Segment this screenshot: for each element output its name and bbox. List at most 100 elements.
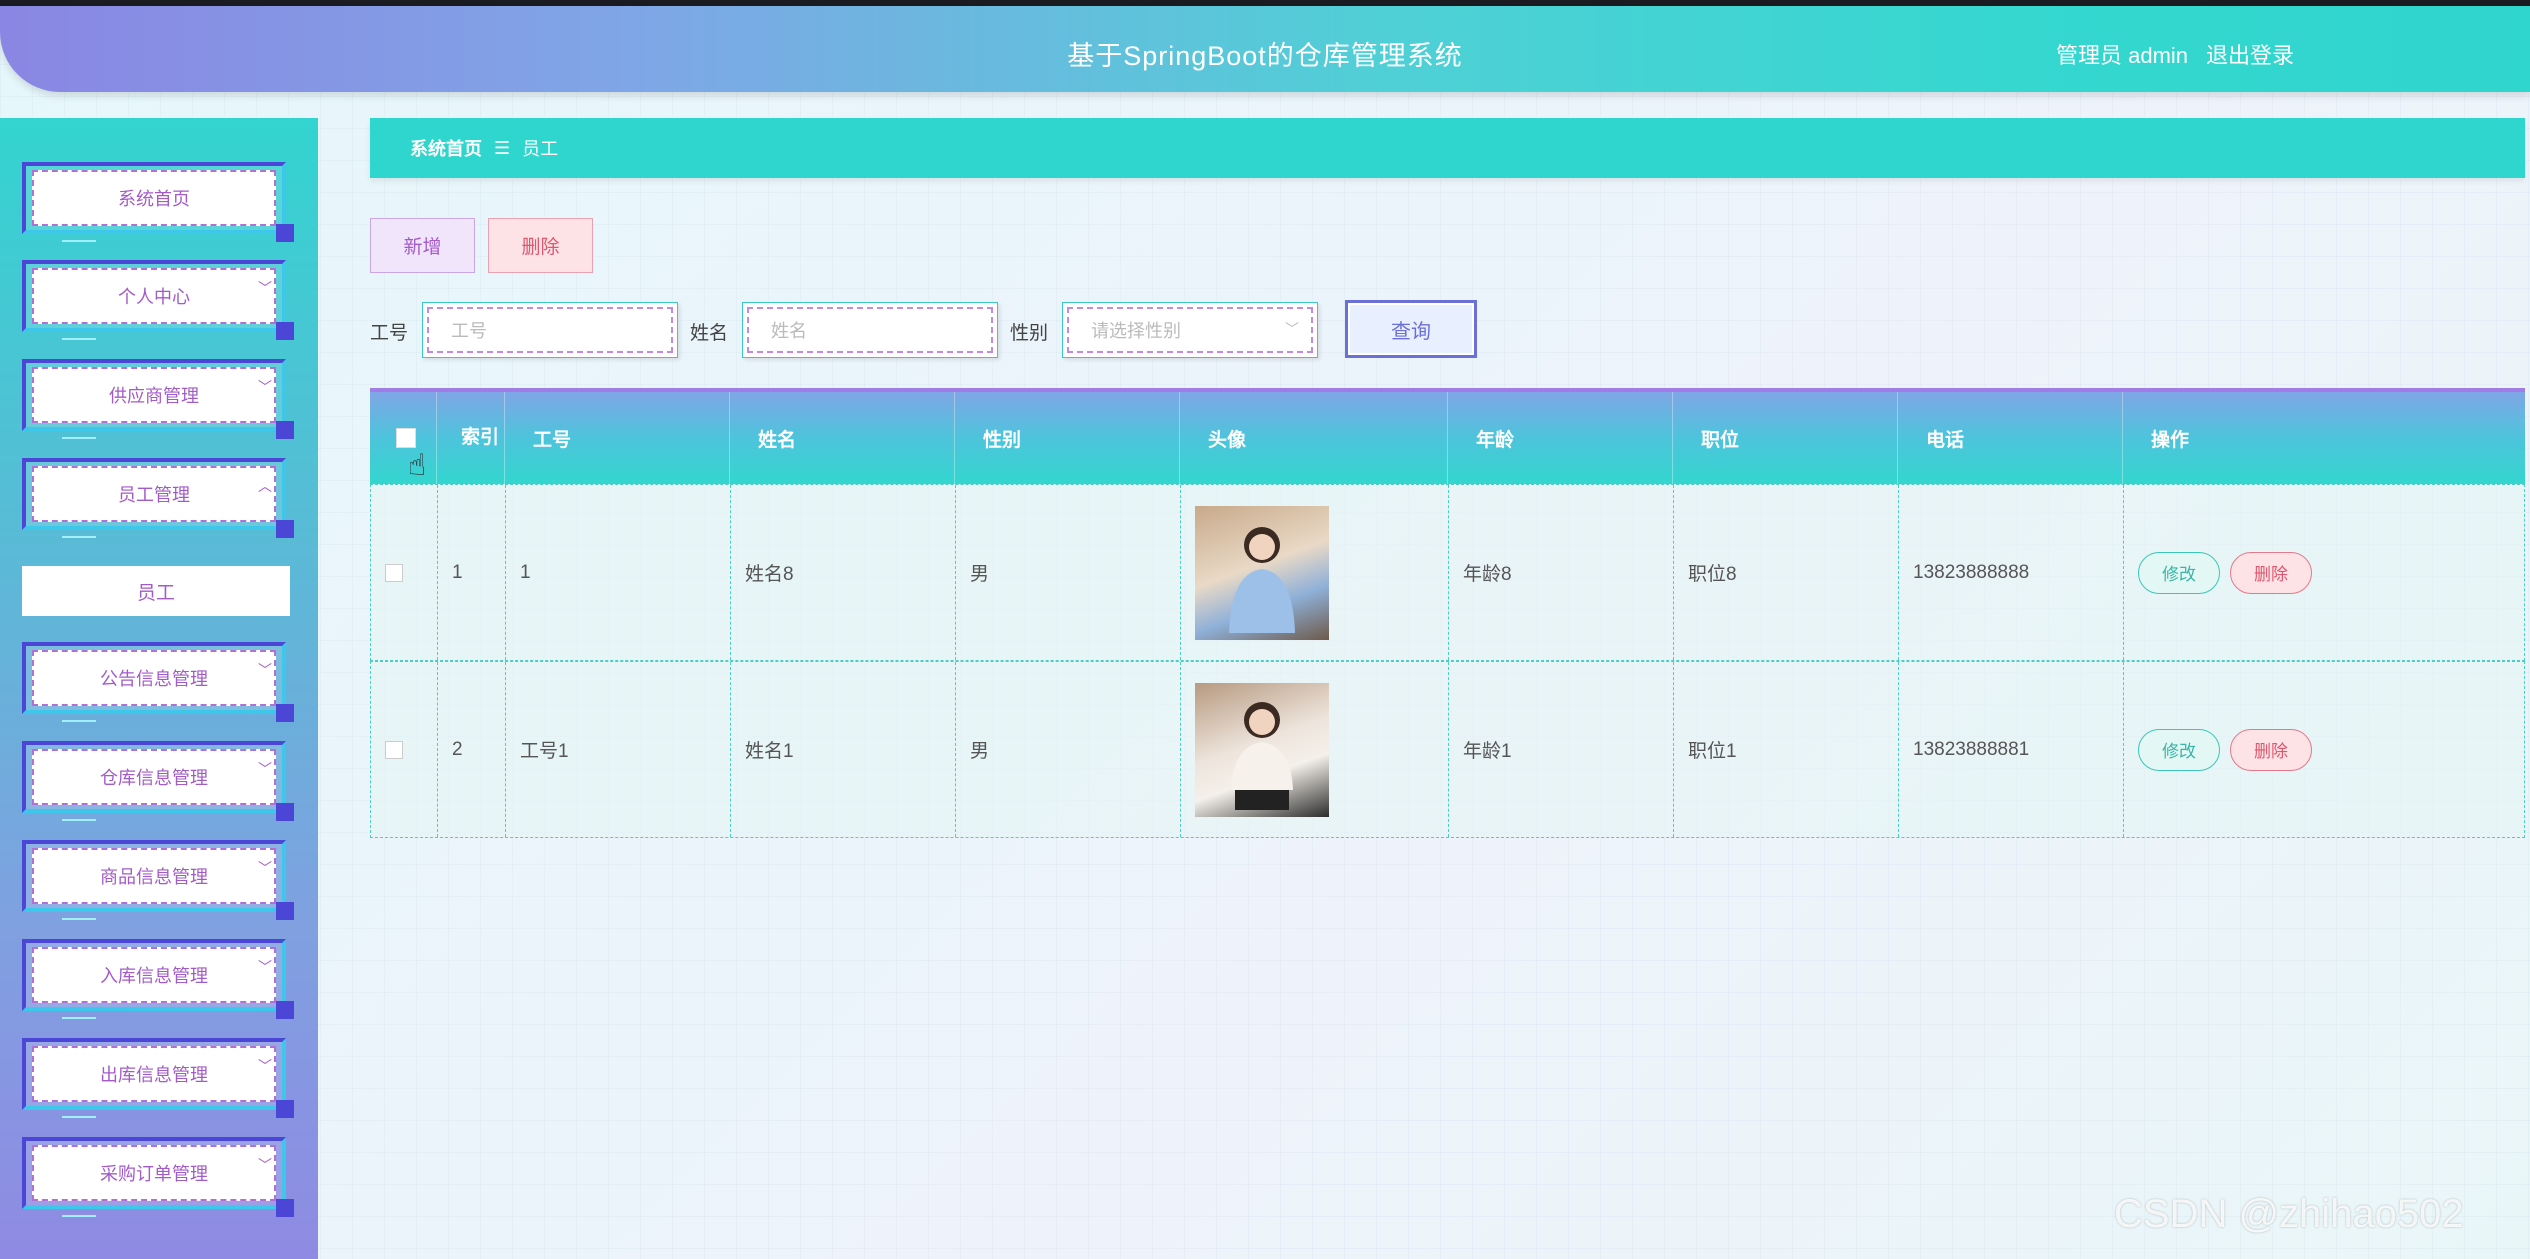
breadcrumb-home[interactable]: 系统首页 bbox=[410, 135, 482, 161]
emp-no-label: 工号 bbox=[370, 323, 409, 344]
header-gender: 性别 bbox=[955, 392, 1180, 484]
chevron-down-icon: ﹀ bbox=[258, 379, 272, 395]
cell-name: 姓名1 bbox=[731, 662, 956, 837]
header-phone: 电话 bbox=[1898, 392, 2123, 484]
menu-corner-deco bbox=[276, 902, 294, 920]
menu-tick-deco bbox=[62, 536, 96, 538]
cell-emp-no: 1 bbox=[506, 485, 731, 660]
sidebar-item-supplier[interactable]: 供应商管理 ﹀ bbox=[22, 359, 294, 439]
breadcrumb: 系统首页 ☰ 员工 bbox=[370, 118, 2525, 178]
sidebar-item-personal-center[interactable]: 个人中心 ﹀ bbox=[22, 260, 294, 340]
name-placeholder: 姓名 bbox=[747, 307, 993, 353]
person-photo-icon bbox=[1229, 526, 1295, 633]
emp-no-input[interactable]: 工号 bbox=[422, 302, 678, 358]
menu-tick-deco bbox=[62, 1017, 96, 1019]
cell-age: 年龄8 bbox=[1449, 485, 1674, 660]
menu-corner-deco bbox=[276, 224, 294, 242]
row-select-cell bbox=[371, 485, 438, 660]
breadcrumb-current: 员工 bbox=[522, 139, 559, 159]
sidebar-item-purchase-order[interactable]: 采购订单管理 ﹀ bbox=[22, 1137, 294, 1217]
edit-button[interactable]: 修改 bbox=[2138, 551, 2220, 594]
sidebar-item-label: 商品信息管理 bbox=[32, 848, 276, 904]
emp-no-placeholder: 工号 bbox=[427, 307, 673, 353]
cell-phone: 13823888888 bbox=[1899, 485, 2124, 660]
sidebar-item-stock-in[interactable]: 入库信息管理 ﹀ bbox=[22, 939, 294, 1019]
avatar bbox=[1195, 505, 1329, 640]
sidebar-item-label: 入库信息管理 bbox=[32, 947, 276, 1003]
chevron-down-icon: ﹀ bbox=[258, 1058, 272, 1074]
menu-corner-deco bbox=[276, 803, 294, 821]
sidebar-item-label: 员工管理 bbox=[32, 466, 276, 522]
sidebar-item-goods[interactable]: 商品信息管理 ﹀ bbox=[22, 840, 294, 920]
app-header: 基于SpringBoot的仓库管理系统 管理员 admin 退出登录 bbox=[0, 6, 2530, 92]
menu-tick-deco bbox=[62, 437, 96, 439]
menu-corner-deco bbox=[276, 704, 294, 722]
batch-delete-button[interactable]: 删除 bbox=[488, 218, 593, 273]
sidebar-item-label: 系统首页 bbox=[32, 170, 276, 226]
person-photo-icon bbox=[1231, 701, 1293, 810]
chevron-down-icon: ﹀ bbox=[258, 662, 272, 678]
logout-link[interactable]: 退出登录 bbox=[2206, 38, 2294, 70]
cell-actions: 修改 删除 bbox=[2124, 485, 2524, 660]
sidebar-subitem-employee[interactable]: 员工 bbox=[22, 566, 290, 616]
chevron-down-icon: ﹀ bbox=[258, 959, 272, 975]
current-user-label: 管理员 admin bbox=[2056, 43, 2189, 68]
menu-corner-deco bbox=[276, 1001, 294, 1019]
menu-corner-deco bbox=[276, 1100, 294, 1118]
sidebar-item-label: 个人中心 bbox=[32, 268, 276, 324]
header-age: 年龄 bbox=[1448, 392, 1673, 484]
header-avatar: 头像 bbox=[1180, 392, 1448, 484]
menu-corner-deco bbox=[276, 322, 294, 340]
cell-position: 职位8 bbox=[1674, 485, 1899, 660]
header-position: 职位 bbox=[1673, 392, 1898, 484]
header-index: 索引 bbox=[437, 392, 505, 484]
chevron-down-icon: ﹀ bbox=[258, 1157, 272, 1173]
cell-phone: 13823888881 bbox=[1899, 662, 2124, 837]
chevron-down-icon: ﹀ bbox=[258, 280, 272, 296]
sidebar: 系统首页 个人中心 ﹀ 供应商管理 ﹀ 员工管理 ︿ 员工 公告信息管理 ﹀ 仓… bbox=[0, 118, 318, 1259]
menu-icon: ☰ bbox=[494, 137, 511, 158]
query-button[interactable]: 查询 bbox=[1345, 300, 1477, 358]
menu-tick-deco bbox=[62, 720, 96, 722]
delete-button[interactable]: 删除 bbox=[2230, 551, 2312, 594]
table-row: 1 1 姓名8 男 年龄8 职位8 13823888888 修改 删除 bbox=[370, 484, 2525, 661]
select-all-checkbox[interactable] bbox=[396, 428, 416, 448]
header-name: 姓名 bbox=[730, 392, 955, 484]
delete-button[interactable]: 删除 bbox=[2230, 728, 2312, 771]
cell-age: 年龄1 bbox=[1449, 662, 1674, 837]
sidebar-item-notice[interactable]: 公告信息管理 ﹀ bbox=[22, 642, 294, 722]
hand-cursor-icon: ☝ bbox=[408, 449, 427, 482]
header-emp-no: 工号 bbox=[505, 392, 730, 484]
menu-corner-deco bbox=[276, 520, 294, 538]
table-row: 2 工号1 姓名1 男 年龄1 职位1 13823888881 修改 删除 bbox=[370, 661, 2525, 838]
menu-tick-deco bbox=[62, 1116, 96, 1118]
name-input[interactable]: 姓名 bbox=[742, 302, 998, 358]
gender-select[interactable]: 请选择性别 ﹀ bbox=[1062, 302, 1318, 358]
menu-tick-deco bbox=[62, 338, 96, 340]
cell-gender: 男 bbox=[956, 485, 1181, 660]
employee-table: 索引 工号 姓名 性别 头像 年龄 职位 电话 操作 1 1 姓名8 男 年龄8… bbox=[370, 388, 2525, 840]
cell-emp-no: 工号1 bbox=[506, 662, 731, 837]
header-actions: 操作 bbox=[2151, 429, 2190, 451]
menu-tick-deco bbox=[62, 819, 96, 821]
edit-button[interactable]: 修改 bbox=[2138, 728, 2220, 771]
sidebar-item-home[interactable]: 系统首页 bbox=[22, 162, 294, 242]
add-button[interactable]: 新增 bbox=[370, 218, 475, 273]
watermark: CSDN @zhihao502 bbox=[2114, 1192, 2464, 1236]
sidebar-item-warehouse[interactable]: 仓库信息管理 ﹀ bbox=[22, 741, 294, 821]
cell-index: 2 bbox=[438, 662, 506, 837]
sidebar-item-stock-out[interactable]: 出库信息管理 ﹀ bbox=[22, 1038, 294, 1118]
menu-corner-deco bbox=[276, 421, 294, 439]
chevron-down-icon: ﹀ bbox=[258, 860, 272, 876]
sidebar-item-label: 公告信息管理 bbox=[32, 650, 276, 706]
avatar bbox=[1195, 682, 1329, 817]
row-checkbox[interactable] bbox=[385, 563, 403, 582]
menu-tick-deco bbox=[62, 918, 96, 920]
row-checkbox[interactable] bbox=[385, 740, 403, 759]
sidebar-item-employee[interactable]: 员工管理 ︿ bbox=[22, 458, 294, 538]
cell-avatar bbox=[1181, 662, 1449, 837]
chevron-down-icon: ﹀ bbox=[1285, 321, 1299, 337]
header-select-all-cell bbox=[370, 392, 437, 484]
chevron-up-icon: ︿ bbox=[258, 478, 272, 494]
sidebar-item-label: 仓库信息管理 bbox=[32, 749, 276, 805]
